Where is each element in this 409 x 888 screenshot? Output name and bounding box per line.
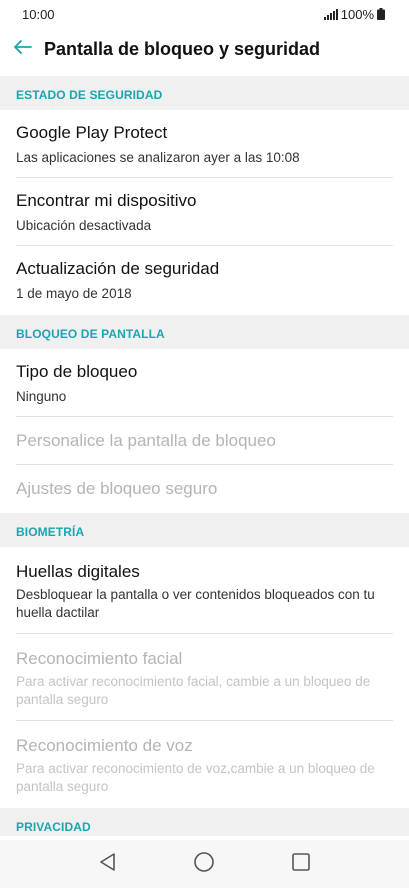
nav-recents-button[interactable] (281, 844, 321, 884)
nav-home-button[interactable] (184, 844, 224, 884)
battery-percentage: 100% (340, 6, 374, 22)
status-bar: 10:00 100% (0, 0, 409, 28)
section-header-screen-lock: BLOQUEO DE PANTALLA (0, 315, 409, 349)
item-title: Google Play Protect (16, 123, 168, 142)
list-item-security-update[interactable]: Actualización de seguridad 1 de mayo de … (0, 246, 409, 315)
item-subtitle: Para activar reconocimiento de voz,cambi… (16, 761, 375, 794)
item-subtitle: Ubicación desactivada (16, 218, 152, 233)
item-subtitle: Desbloquear la pantalla o ver contenidos… (16, 587, 375, 620)
item-title: Tipo de bloqueo (16, 362, 138, 381)
list-item-fingerprints[interactable]: Huellas digitales Desbloquear la pantall… (0, 547, 409, 634)
item-title: Ajustes de bloqueo seguro (16, 479, 218, 498)
settings-list: ESTADO DE SEGURIDAD Google Play Protect … (0, 76, 409, 836)
section-header-biometrics: BIOMETRÍA (0, 513, 409, 547)
item-title: Personalice la pantalla de bloqueo (16, 431, 276, 450)
item-subtitle: Para activar reconocimiento facial, camb… (16, 674, 371, 707)
item-subtitle: 1 de mayo de 2018 (16, 286, 132, 301)
square-recents-icon (291, 852, 311, 877)
list-item-customize-lock-screen[interactable]: Personalice la pantalla de bloqueo (0, 417, 409, 465)
back-button[interactable] (12, 38, 34, 60)
status-time: 10:00 (22, 6, 55, 22)
item-title: Reconocimiento facial (16, 649, 183, 668)
app-bar: Pantalla de bloqueo y seguridad (0, 28, 409, 70)
nav-back-button[interactable] (88, 844, 128, 884)
triangle-back-icon (98, 852, 118, 877)
list-item-google-play-protect[interactable]: Google Play Protect Las aplicaciones se … (0, 110, 409, 178)
section-header-privacy: PRIVACIDAD (0, 808, 409, 836)
signal-icon (323, 8, 338, 20)
screen: 10:00 100% Pantalla de bloqueo y segurid… (0, 0, 409, 888)
list-item-secure-lock-settings[interactable]: Ajustes de bloqueo seguro (0, 465, 409, 513)
item-title: Encontrar mi dispositivo (16, 191, 197, 210)
battery-icon (377, 8, 385, 20)
list-item-lock-type[interactable]: Tipo de bloqueo Ninguno (0, 349, 409, 417)
list-item-face-recognition[interactable]: Reconocimiento facial Para activar recon… (0, 634, 409, 721)
item-subtitle: Las aplicaciones se analizaron ayer a la… (16, 150, 300, 165)
section-header-security-status: ESTADO DE SEGURIDAD (0, 76, 409, 110)
arrow-left-icon (14, 39, 32, 59)
item-subtitle: Ninguno (16, 389, 67, 404)
list-item-find-my-device[interactable]: Encontrar mi dispositivo Ubicación desac… (0, 178, 409, 246)
page-title: Pantalla de bloqueo y seguridad (44, 38, 321, 59)
navigation-bar (0, 840, 409, 888)
status-indicators: 100% (323, 6, 385, 22)
item-title: Huellas digitales (16, 562, 140, 581)
list-item-voice-recognition[interactable]: Reconocimiento de voz Para activar recon… (0, 721, 409, 808)
circle-home-icon (193, 851, 215, 878)
item-title: Actualización de seguridad (16, 259, 220, 278)
item-title: Reconocimiento de voz (16, 736, 193, 755)
